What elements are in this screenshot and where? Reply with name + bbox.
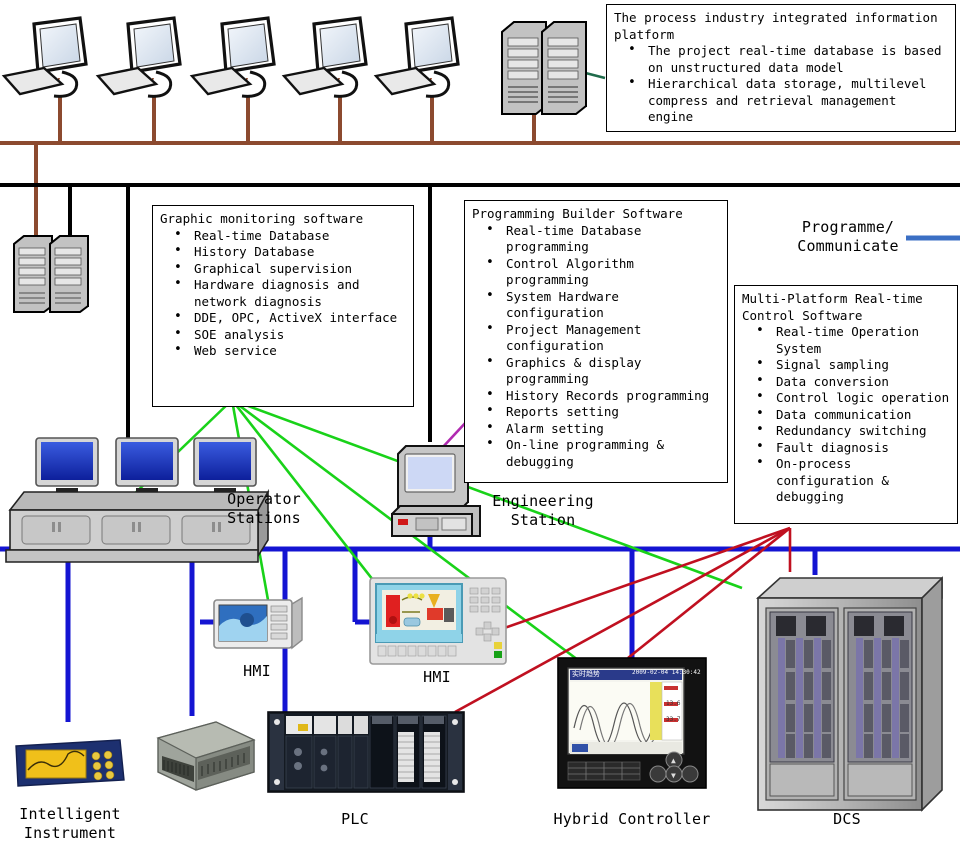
- operator-stations-label: Operator Stations: [227, 490, 301, 527]
- list-item: Data conversion: [756, 373, 951, 391]
- list-item: Hardware diagnosis and network diagnosis: [174, 276, 407, 310]
- plc-rack-device: [267, 711, 465, 793]
- keyboard: [373, 66, 437, 96]
- dcs-label: DCS: [833, 810, 861, 828]
- list-item: History Database: [174, 243, 407, 261]
- hybrid-controller-label: Hybrid Controller: [553, 810, 711, 828]
- platform-info-box: The process industry integrated informat…: [606, 4, 956, 132]
- server-tower-pair-left: [13, 235, 89, 313]
- list-item: Redundancy switching: [756, 422, 951, 440]
- list-item: History Records programming: [486, 387, 721, 405]
- dcs-cabinet: [843, 607, 917, 801]
- recorder-screen-header-title: 实时趋势: [572, 670, 600, 678]
- list-item: Control logic operation: [756, 389, 951, 407]
- server-tower-pair-top: [501, 21, 587, 115]
- server-tower: [501, 21, 547, 115]
- list-item: Graphics & display programming: [486, 354, 721, 388]
- keyboard: [95, 66, 159, 96]
- keyboard: [281, 66, 345, 96]
- recorder-screen-header-time: 2009-02-04 14:30:42: [632, 669, 701, 676]
- graphic-monitoring-list: Real-time Database History Database Grap…: [160, 227, 407, 360]
- console-monitor: [193, 437, 257, 493]
- list-item: Data communication: [756, 406, 951, 424]
- list-item: The project real-time database is based …: [628, 42, 949, 76]
- intelligent-instrument-device: [15, 739, 125, 787]
- control-software-list: Real-time Operation System Signal sampli…: [742, 323, 951, 506]
- dcs-cabinet: [765, 607, 839, 801]
- server-tower: [49, 235, 89, 313]
- flat-monitor-group: [1, 16, 460, 98]
- list-item: DDE, OPC, ActiveX interface: [174, 309, 407, 327]
- list-item: Alarm setting: [486, 420, 721, 438]
- hmi-small-label: HMI: [243, 662, 271, 680]
- keyboard: [189, 66, 253, 96]
- list-item: System Hardware configuration: [486, 288, 721, 322]
- recorder-channel-value-2: 33.7: [666, 716, 681, 723]
- list-item: Signal sampling: [756, 356, 951, 374]
- graphic-monitoring-box: Graphic monitoring software Real-time Da…: [152, 205, 414, 407]
- dcs-cabinet-pair: [755, 576, 943, 812]
- list-item: SOE analysis: [174, 326, 407, 344]
- control-software-box: Multi-Platform Real-time Control Softwar…: [734, 285, 958, 524]
- platform-box-title: The process industry integrated informat…: [614, 10, 946, 42]
- list-item: Web service: [174, 342, 407, 360]
- list-item: Control Algorithm programming: [486, 255, 721, 289]
- plc-label: PLC: [341, 810, 369, 828]
- list-item: Graphical supervision: [174, 260, 407, 278]
- programming-builder-list: Real-time Database programming Control A…: [472, 222, 721, 471]
- list-item: Real-time Database: [174, 227, 407, 245]
- list-item: Real-time Operation System: [756, 323, 951, 357]
- intelligent-instrument-label: Intelligent Instrument: [19, 805, 121, 842]
- programming-builder-box: Programming Builder Software Real-time D…: [464, 200, 728, 483]
- svg-text:▲: ▲: [671, 756, 676, 765]
- list-item: On-process configuration & debugging: [756, 455, 951, 506]
- diagram-canvas: ▲ ▼ The process industry integrated info…: [0, 0, 960, 848]
- list-item: Fault diagnosis: [756, 439, 951, 457]
- hmi-small-device: [213, 596, 303, 650]
- hmi-panel-device: [369, 577, 507, 665]
- platform-box-list: The project real-time database is based …: [614, 42, 949, 126]
- compact-plc-module: [156, 721, 256, 791]
- list-item: Project Management configuration: [486, 321, 721, 355]
- server-tower: [541, 21, 587, 115]
- control-software-title: Multi-Platform Real-time Control Softwar…: [742, 291, 931, 323]
- list-item: Real-time Database programming: [486, 222, 721, 256]
- server-tower: [13, 235, 53, 313]
- list-item: On-line programming & debugging: [486, 436, 721, 470]
- programming-builder-title: Programming Builder Software: [472, 206, 683, 221]
- svg-text:▼: ▼: [671, 771, 676, 780]
- console-monitor: [35, 437, 99, 493]
- hmi-panel-label: HMI: [423, 668, 451, 686]
- engineering-station-label: Engineering Station: [492, 492, 594, 529]
- list-item: Hierarchical data storage, multilevel co…: [628, 75, 949, 126]
- recorder-channel-value-1: 13.6: [666, 700, 681, 707]
- console-monitor: [115, 437, 179, 493]
- list-item: Reports setting: [486, 403, 721, 421]
- keyboard: [1, 66, 65, 96]
- graphic-monitoring-title: Graphic monitoring software: [160, 211, 364, 226]
- legend-label: Programme/ Communicate: [797, 218, 899, 255]
